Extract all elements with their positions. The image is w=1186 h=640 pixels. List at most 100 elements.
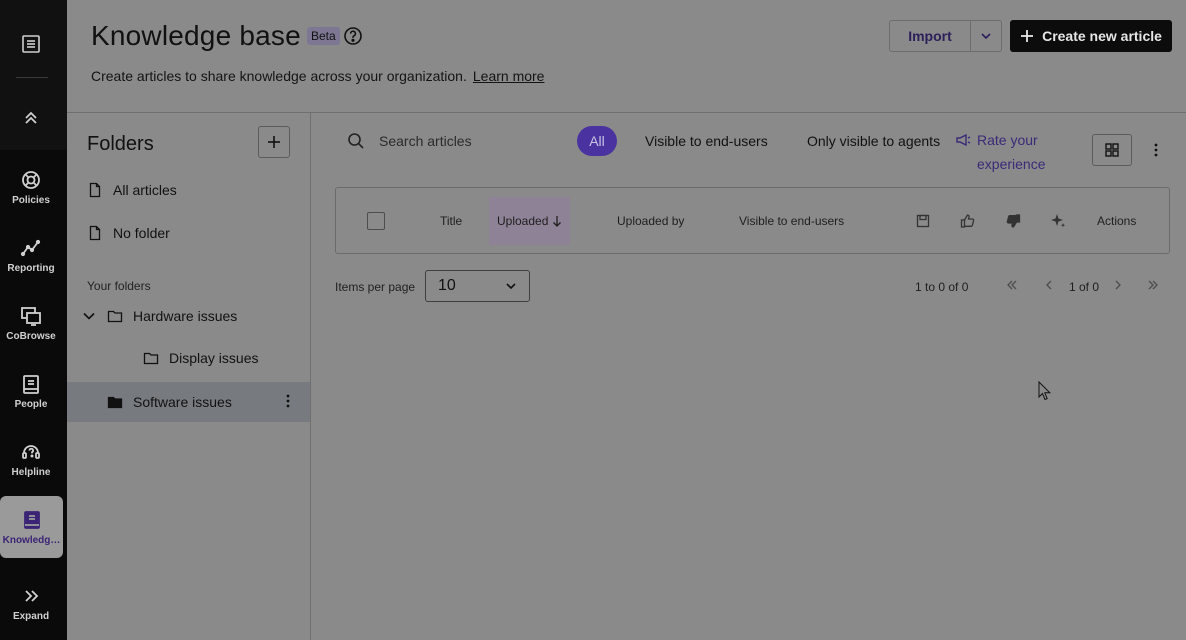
rail-label: Helpline (11, 466, 51, 478)
articles-main: Search articles All Visible to end-users… (311, 113, 1186, 640)
page-indicator: 1 of 0 (1069, 280, 1100, 294)
address-book-icon (23, 374, 39, 394)
folder-label: All articles (113, 182, 177, 198)
page-title: Knowledge base (91, 20, 301, 51)
rail-label: Policies (12, 194, 50, 206)
folder-no-folder[interactable]: No folder (67, 213, 310, 253)
document-list-icon[interactable] (0, 22, 62, 66)
create-article-label: Create new article (1042, 28, 1162, 44)
folder-hardware-issues[interactable]: Hardware issues (67, 296, 310, 336)
document-icon (89, 182, 101, 198)
first-page-icon[interactable] (1005, 278, 1019, 292)
lifebuoy-icon (22, 170, 40, 189)
folders-title: Folders (87, 133, 154, 155)
folder-software-issues[interactable]: Software issues (67, 382, 310, 422)
page-header: Knowledge base Beta Create articles to s… (67, 0, 1186, 113)
your-folders-heading: Your folders (87, 279, 151, 293)
filter-all-chip[interactable]: All (577, 126, 617, 156)
folder-label: No folder (113, 225, 170, 241)
pagination-bar: Items per page 10 1 to 0 of 0 1 of 0 (335, 270, 1170, 302)
plus-icon (268, 136, 280, 148)
help-icon[interactable] (343, 26, 363, 46)
more-options-button[interactable] (1147, 134, 1165, 166)
subtitle-text: Create articles to share knowledge acros… (91, 68, 467, 84)
folder-label: Hardware issues (133, 308, 238, 324)
folder-display-issues[interactable]: Display issues (67, 338, 310, 378)
column-uploaded-label: Uploaded (497, 214, 549, 228)
items-per-page-select[interactable]: 10 (425, 270, 530, 302)
search-placeholder: Search articles (379, 133, 472, 149)
chevron-down-icon (981, 33, 991, 40)
rail-item-expand[interactable]: Expand (0, 574, 62, 632)
column-actions: Actions (1097, 213, 1137, 228)
column-title[interactable]: Title (440, 188, 462, 253)
rate-line-2: experience (977, 156, 1046, 172)
overflow-menu-icon[interactable] (286, 394, 290, 408)
next-page-icon[interactable] (1111, 278, 1125, 292)
megaphone-icon (956, 133, 971, 147)
folder-icon (107, 310, 123, 323)
rate-experience-link[interactable]: Rate your experience (955, 128, 1046, 176)
grid-view-button[interactable] (1092, 134, 1132, 166)
sparkle-icon (1051, 213, 1066, 227)
last-page-icon[interactable] (1146, 278, 1160, 292)
thumbs-up-icon (960, 213, 975, 228)
filter-agents-only-chip[interactable]: Only visible to agents (799, 126, 948, 156)
folder-filled-icon (107, 396, 123, 409)
learn-more-link[interactable]: Learn more (473, 68, 545, 84)
folder-label: Display issues (169, 350, 259, 366)
overflow-menu-icon (1154, 143, 1158, 157)
items-per-page-value: 10 (438, 277, 456, 294)
column-uploaded[interactable]: Uploaded (489, 197, 571, 245)
rail-item-people[interactable]: People (0, 360, 62, 422)
rail-item-cobrowse[interactable]: CoBrowse (0, 292, 62, 354)
arrow-down-icon (553, 216, 562, 227)
rail-item-reporting[interactable]: Reporting (0, 224, 62, 286)
chevron-down-icon[interactable] (81, 308, 97, 324)
items-range: 1 to 0 of 0 (915, 280, 969, 294)
chevron-down-icon (506, 283, 516, 290)
column-visible[interactable]: Visible to end-users (739, 188, 844, 253)
rate-line-1: Rate your (977, 132, 1038, 148)
column-ai[interactable] (1050, 188, 1066, 253)
column-saved[interactable] (915, 188, 931, 253)
select-all-cell (367, 188, 385, 253)
column-uploaded-by[interactable]: Uploaded by (617, 188, 684, 253)
grid-icon (1105, 143, 1119, 157)
items-per-page-label: Items per page (335, 280, 416, 294)
folder-icon (143, 352, 159, 365)
screens-icon (21, 306, 41, 326)
mouse-cursor-icon (1038, 381, 1052, 401)
folder-all-articles[interactable]: All articles (67, 170, 310, 210)
rail-divider (16, 77, 48, 78)
import-dropdown-button[interactable] (970, 20, 1002, 52)
add-folder-button[interactable] (258, 126, 290, 158)
chevrons-right-icon (25, 589, 39, 602)
chevrons-up-icon[interactable] (0, 96, 62, 140)
column-likes[interactable] (960, 188, 976, 253)
folders-panel: Folders All articles No folder Your fold… (67, 113, 311, 640)
import-button[interactable]: Import (889, 20, 971, 52)
rail-label: Expand (12, 610, 50, 622)
rail-item-policies[interactable]: Policies (0, 156, 62, 218)
rail-label: Reporting (7, 262, 55, 274)
rail-item-knowledge[interactable]: Knowledg… (0, 496, 63, 558)
rail-label: CoBrowse (6, 330, 56, 342)
select-all-checkbox[interactable] (367, 211, 385, 230)
previous-page-icon[interactable] (1042, 278, 1056, 292)
book-icon (23, 510, 40, 529)
document-icon (89, 225, 101, 241)
column-dislikes[interactable] (1005, 188, 1021, 253)
filter-visible-end-users-chip[interactable]: Visible to end-users (637, 126, 776, 156)
left-rail: Policies Reporting CoBrowse People Helpl… (0, 0, 67, 640)
save-icon (916, 214, 930, 227)
search-input[interactable]: Search articles (335, 127, 559, 155)
plus-icon (1021, 30, 1034, 42)
search-icon (348, 133, 364, 149)
rail-item-helpline[interactable]: Helpline (0, 428, 62, 490)
create-article-button[interactable]: Create new article (1010, 20, 1172, 52)
rail-label: Knowledg… (2, 534, 61, 546)
articles-table: Title Uploaded Uploaded by Visible to en… (335, 187, 1170, 254)
rail-label: People (14, 398, 48, 410)
thumbs-down-icon (1006, 213, 1021, 228)
